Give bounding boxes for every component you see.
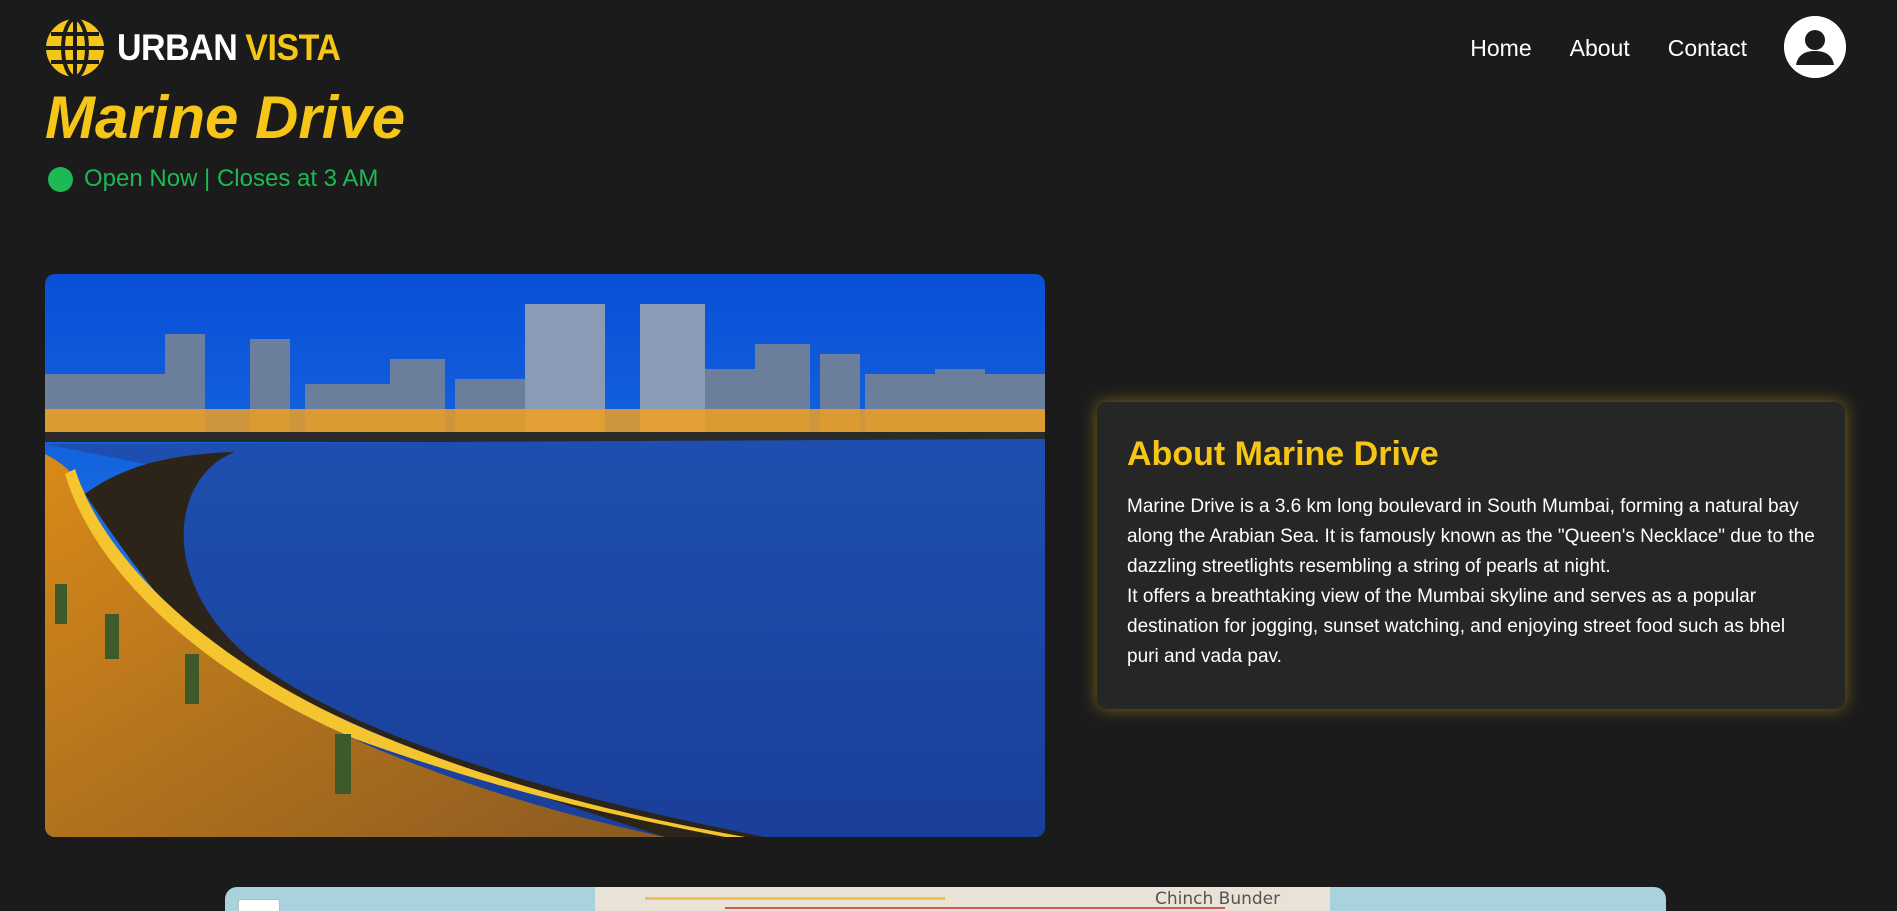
globe-icon xyxy=(46,18,104,78)
map-place-label: Chinch Bunder xyxy=(1155,889,1281,909)
map-zoom-control[interactable] xyxy=(238,899,280,911)
brand-name-part2: VISTA xyxy=(245,26,341,69)
open-status: Open Now | Closes at 3 AM xyxy=(48,165,378,193)
about-paragraph-1: Marine Drive is a 3.6 km long boulevard … xyxy=(1127,496,1815,577)
nav-link-about[interactable]: About xyxy=(1570,32,1630,64)
marine-drive-photo xyxy=(45,274,1045,837)
page: URBAN VISTA Home About Contact Marine Dr… xyxy=(0,0,1897,911)
user-icon xyxy=(1784,16,1846,78)
brand-logo-link[interactable]: URBAN VISTA xyxy=(45,18,341,78)
nav-link-home[interactable]: Home xyxy=(1470,32,1531,64)
about-card: About Marine Drive Marine Drive is a 3.6… xyxy=(1097,402,1845,709)
brand-name: URBAN VISTA xyxy=(117,26,341,70)
about-heading: About Marine Drive xyxy=(1127,435,1439,473)
profile-avatar-button[interactable] xyxy=(1784,16,1846,78)
location-map[interactable]: Chinch Bunder xyxy=(225,887,1666,911)
about-paragraph: Marine Drive is a 3.6 km long boulevard … xyxy=(1127,492,1815,672)
main-nav: Home About Contact xyxy=(1432,32,1747,64)
status-text: Open Now | Closes at 3 AM xyxy=(84,165,379,192)
brand-name-part1: URBAN xyxy=(117,26,238,69)
status-dot-icon xyxy=(48,166,73,192)
nav-link-contact[interactable]: Contact xyxy=(1668,32,1747,64)
page-title: Marine Drive xyxy=(45,84,406,151)
about-paragraph-2: It offers a breathtaking view of the Mum… xyxy=(1127,586,1786,667)
hero-image xyxy=(45,274,1045,837)
map-road xyxy=(725,907,1225,909)
map-road xyxy=(645,897,945,900)
